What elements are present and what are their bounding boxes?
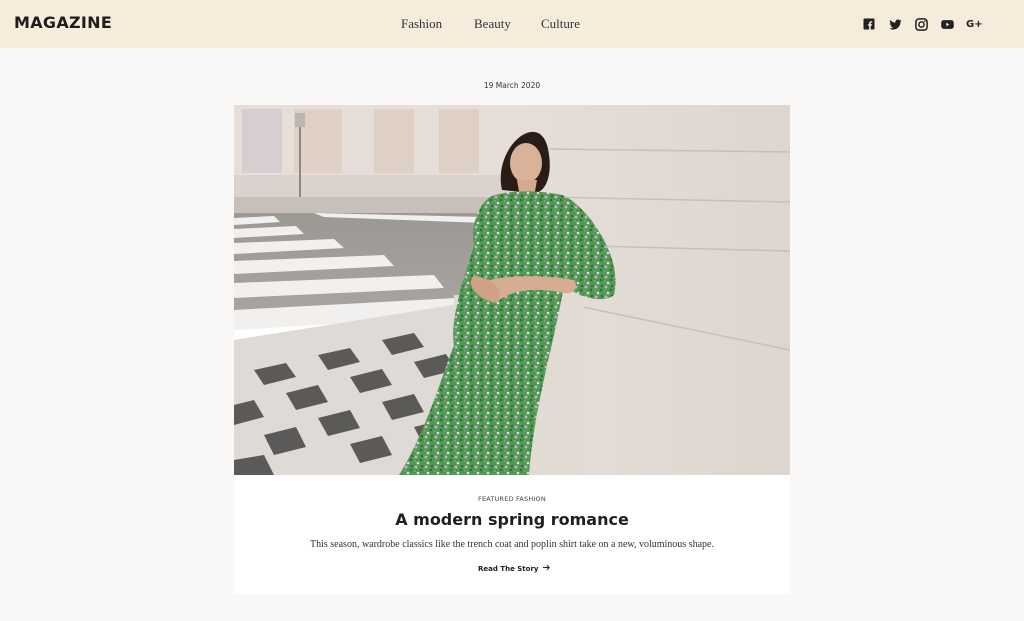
facebook-icon[interactable]: [862, 17, 877, 32]
nav-fashion[interactable]: Fashion: [401, 16, 442, 32]
site-logo[interactable]: MAGAZINE: [14, 13, 112, 32]
social-links: G+: [862, 17, 984, 32]
article-category[interactable]: FEATURED FASHION: [0, 495, 1024, 503]
read-story-label: Read The Story: [478, 564, 539, 573]
article-date: 19 March 2020: [483, 81, 541, 90]
nav-culture[interactable]: Culture: [541, 16, 580, 32]
article-excerpt: This season, wardrobe classics like the …: [310, 539, 714, 550]
read-story-link[interactable]: Read The Story: [478, 563, 551, 574]
youtube-icon[interactable]: [940, 17, 955, 32]
google-plus-icon[interactable]: G+: [966, 17, 984, 32]
top-bar: MAGAZINE Fashion Beauty Culture G+: [0, 0, 1024, 48]
arrow-right-icon: [542, 563, 551, 574]
featured-image[interactable]: [234, 105, 790, 475]
twitter-icon[interactable]: [888, 17, 903, 32]
instagram-icon[interactable]: [914, 17, 929, 32]
nav-beauty[interactable]: Beauty: [474, 16, 511, 32]
article-title[interactable]: A modern spring romance: [0, 510, 1024, 529]
